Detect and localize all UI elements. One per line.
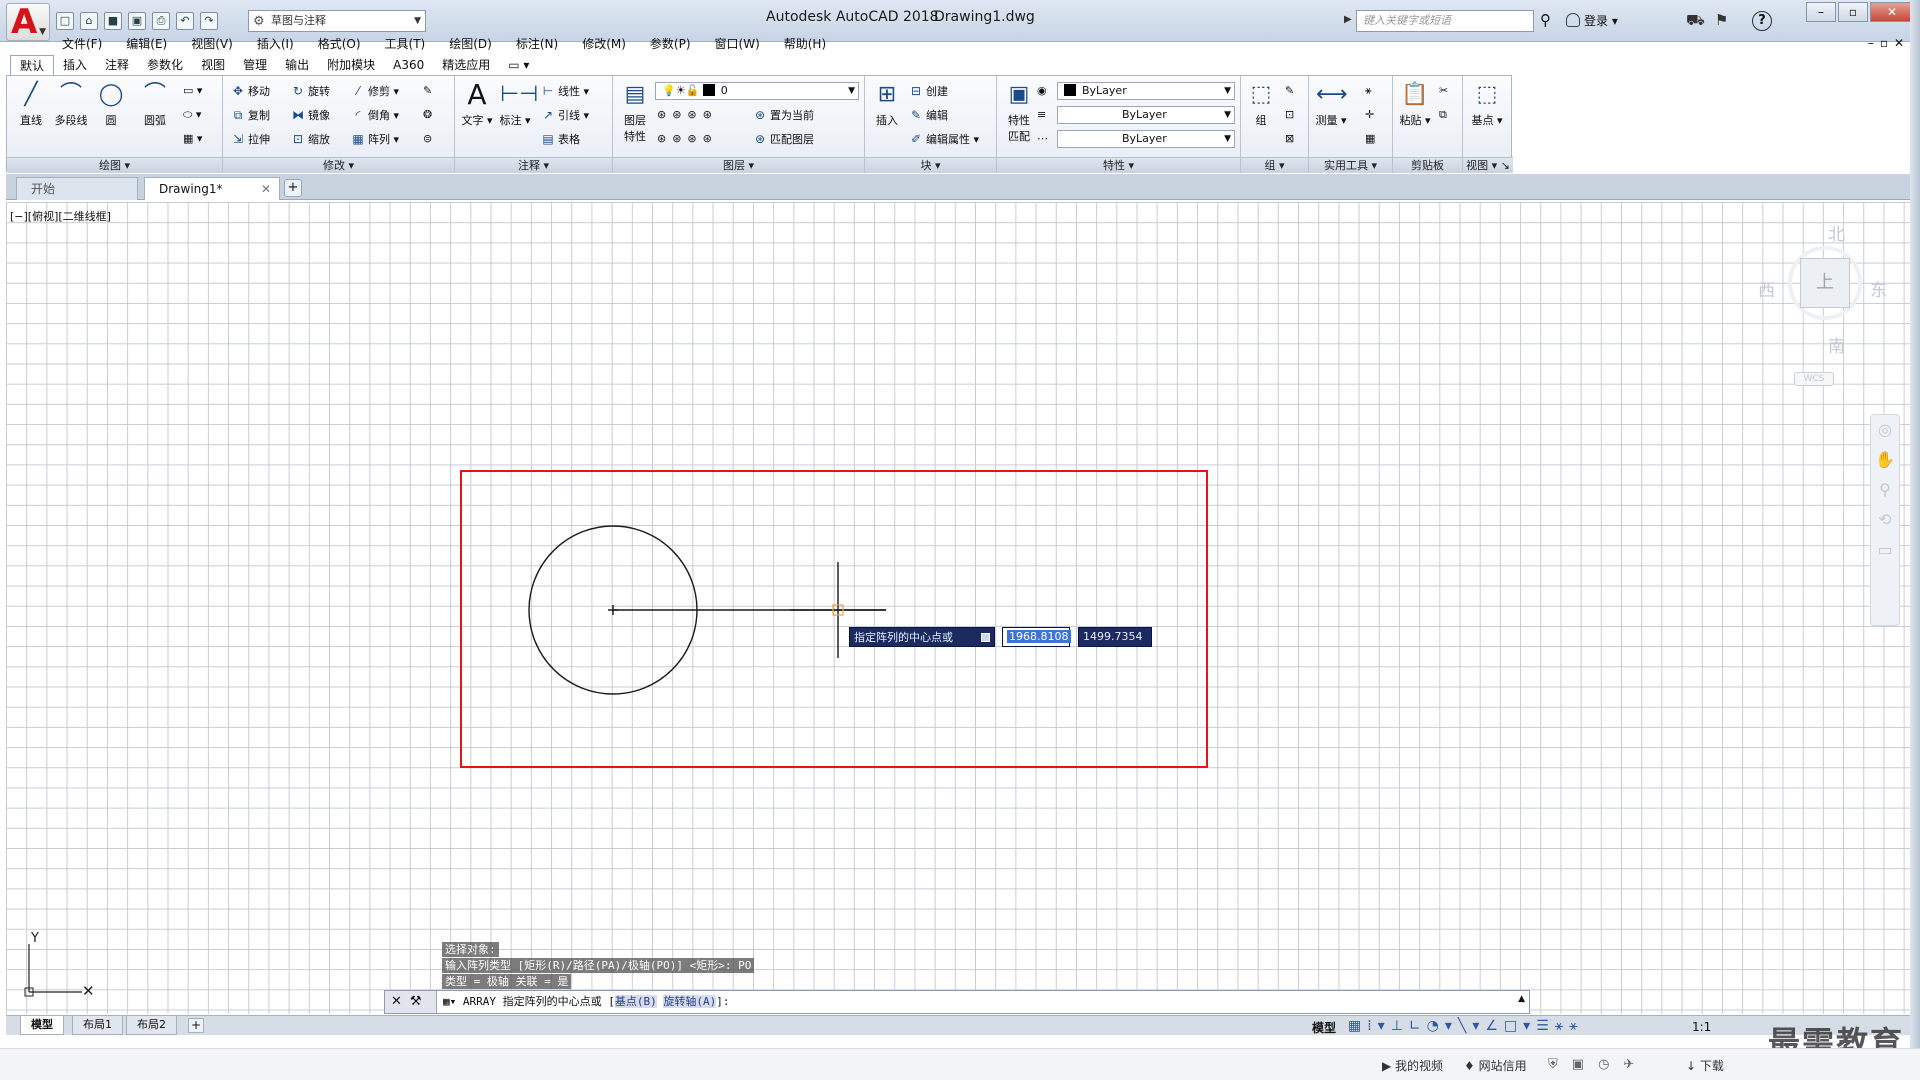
image-icon[interactable]: ▣ [1572, 1057, 1598, 1072]
command-prompt[interactable]: ▦▾ ARRAY 指定阵列的中心点或 [基点(B) 旋转轴(A)]: [443, 991, 729, 1013]
window-edge [1910, 0, 1920, 1048]
option-base-point[interactable]: 基点(B) [614, 995, 657, 1008]
polar-icon[interactable]: ◔▾ [1427, 1018, 1458, 1034]
model-space-toggle[interactable]: 模型 [1312, 1019, 1336, 1036]
highlight-rectangle [460, 470, 1208, 768]
tab-layout2[interactable]: 布局2 [126, 1016, 177, 1035]
drop-icon: ♦ [1464, 1059, 1479, 1073]
dynamic-input-y[interactable]: 1499.7354 [1078, 627, 1152, 647]
options-arrow-icon[interactable] [981, 633, 990, 642]
tab-model[interactable]: 模型 [20, 1016, 64, 1035]
steering-wheel-icon[interactable]: ◎ [1871, 415, 1899, 445]
compass-west[interactable]: 西 [1758, 276, 1775, 301]
command-line[interactable]: ✕⚒ ▦▾ ARRAY 指定阵列的中心点或 [基点(B) 旋转轴(A)]: ▲ [384, 990, 1530, 1014]
snap-icon[interactable]: ⁞▾ [1367, 1018, 1390, 1034]
annotation-scale[interactable]: 1:1 [1692, 1020, 1711, 1034]
history-line: 输入阵列类型 [矩形(R)/路径(PA)/极轴(PO)] <矩形>: PO [442, 958, 755, 973]
autocad-window: A ▼ □ ⌂ ■ ▣ ⎙ ↶ ↷ ⚙ 草图与注释 ▼ Autodesk Aut… [0, 0, 1920, 1080]
viewcube[interactable]: 北 西 东 南 上 WCS [1748, 220, 1898, 390]
orbit-icon[interactable]: ⟲ [1871, 505, 1899, 535]
infer-icon[interactable]: ⊥ [1391, 1018, 1409, 1034]
wrench-icon[interactable]: ⚒ [410, 994, 430, 1009]
dynamic-input-x[interactable]: 1968.8108 [1002, 627, 1071, 647]
isodraft-icon[interactable]: ╲▾ [1458, 1018, 1485, 1034]
wcs-menu[interactable]: WCS [1794, 372, 1834, 386]
download-icon: ↓ [1686, 1059, 1700, 1073]
showmotion-icon[interactable]: ▭ [1871, 535, 1899, 565]
clock-icon[interactable]: ◷ [1598, 1057, 1623, 1072]
shield-icon[interactable]: ⛨ [1548, 1057, 1572, 1072]
osnap-track-icon[interactable]: ∠ [1485, 1018, 1504, 1034]
command-line-tools: ✕⚒ [385, 991, 437, 1013]
lineweight-toggle-icon[interactable]: ☰ [1536, 1018, 1555, 1034]
command-history: 选择对象: 输入阵列类型 [矩形(R)/路径(PA)/极轴(PO)] <矩形>:… [442, 942, 755, 990]
pan-icon[interactable]: ✋ [1871, 445, 1899, 475]
my-video-link[interactable]: ▶ 我的视频 [1382, 1057, 1443, 1074]
osnap-icon[interactable]: □▾ [1504, 1018, 1536, 1034]
compass-east[interactable]: 东 [1870, 276, 1887, 301]
ortho-icon[interactable]: ∟ [1409, 1018, 1427, 1034]
tray-icons: ⛨▣◷✈ [1548, 1057, 1648, 1072]
annotation-visibility-icon[interactable]: ⚹ [1555, 1018, 1569, 1034]
bottom-strip: ▶ 我的视频 ♦ 网站信用 ⛨▣◷✈ ↓ 下载 [0, 1048, 1920, 1080]
drafting-toggles: ▦⁞▾⊥∟◔▾╲▾∠□▾☰⚹⚹ [1348, 1018, 1584, 1034]
history-line: 类型 = 极轴 关联 = 是 [442, 974, 572, 989]
site-credit-link[interactable]: ♦ 网站信用 [1464, 1057, 1527, 1074]
tab-layout1[interactable]: 布局1 [72, 1016, 123, 1035]
close-icon[interactable]: ✕ [391, 994, 410, 1009]
option-axis-of-rotation[interactable]: 旋转轴(A) [663, 995, 717, 1008]
dynamic-input-tooltip: 指定阵列的中心点或 [849, 627, 995, 647]
tool-icon[interactable]: ✈ [1623, 1057, 1648, 1072]
annotation-scale-icon[interactable]: ⚹ [1569, 1018, 1583, 1034]
chevron-up-icon[interactable]: ▲ [1518, 994, 1525, 1004]
svg-text:Y: Y [30, 931, 39, 946]
compass-south[interactable]: 南 [1828, 332, 1845, 357]
array-command-icon: ▦▾ [443, 995, 463, 1008]
svg-text:✕: ✕ [82, 982, 95, 1000]
navigation-bar: ◎ ✋ ⚲ ⟲ ▭ [1870, 414, 1900, 626]
ucs-icon: Y ✕ [24, 931, 95, 1000]
play-icon: ▶ [1382, 1059, 1396, 1073]
add-layout-button[interactable]: + [188, 1018, 204, 1033]
viewcube-top-face[interactable]: 上 [1800, 258, 1850, 308]
zoom-extents-icon[interactable]: ⚲ [1871, 475, 1899, 505]
compass-north[interactable]: 北 [1828, 220, 1845, 245]
download-link[interactable]: ↓ 下载 [1686, 1057, 1724, 1074]
grid-icon[interactable]: ▦ [1348, 1018, 1367, 1034]
history-line: 选择对象: [442, 942, 499, 957]
